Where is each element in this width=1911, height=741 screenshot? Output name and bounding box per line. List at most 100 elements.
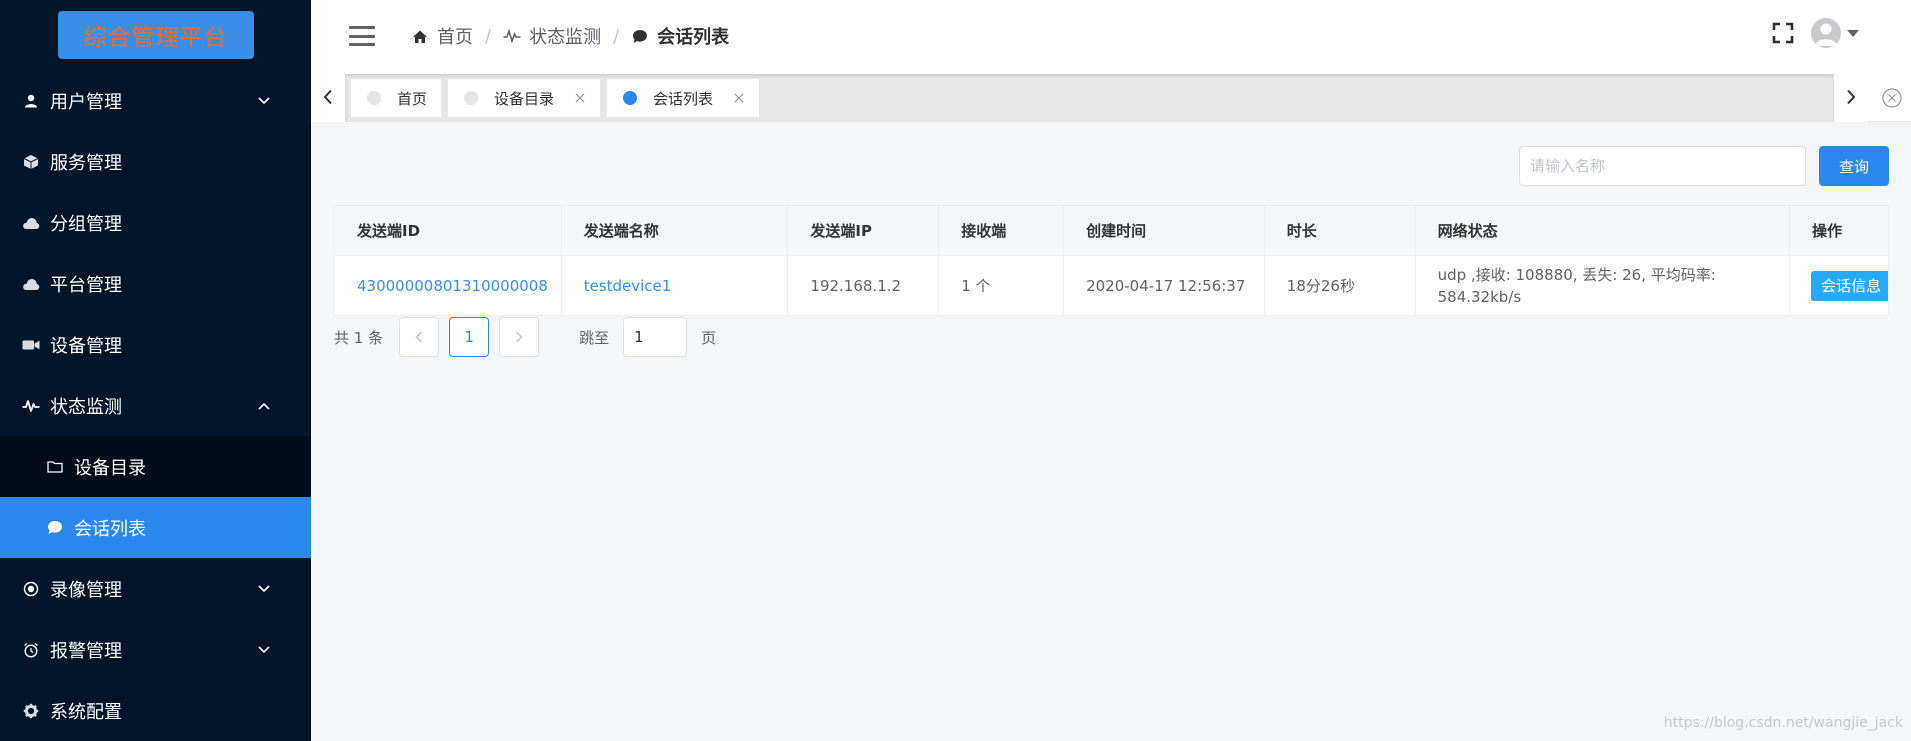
close-all-tabs-icon[interactable]	[1881, 87, 1903, 109]
sidebar-item-recording-management[interactable]: 录像管理	[0, 558, 311, 619]
status-monitoring-submenu: 设备目录 会话列表	[0, 436, 311, 558]
pulse-icon	[503, 27, 521, 45]
column-header[interactable]: 发送端IP	[788, 206, 940, 255]
action-cell: 会话信息	[1790, 256, 1888, 315]
pulse-icon	[22, 397, 40, 415]
sender-ip: 192.168.1.2	[788, 256, 940, 315]
network-status: udp ,接收: 108880, 丢失: 26, 平均码率: 584.32kb/…	[1416, 256, 1791, 315]
sidebar-item-group-management[interactable]: 分组管理	[0, 192, 311, 253]
chevron-left-icon	[323, 89, 332, 105]
box-icon	[22, 153, 40, 171]
record-icon	[22, 580, 40, 598]
top-header: 首页 / 状态监测 / 会话列表	[311, 0, 1911, 72]
tab-home[interactable]: 首页	[351, 79, 442, 117]
sidebar-item-label: 服务管理	[50, 152, 122, 174]
column-header[interactable]: 接收端	[939, 206, 1065, 255]
created-time: 2020-04-17 12:56:37	[1064, 256, 1265, 315]
tab-session-list[interactable]: 会话列表	[607, 79, 760, 117]
hamburger-menu-icon[interactable]	[349, 26, 375, 46]
session-info-button[interactable]: 会话信息	[1811, 270, 1888, 301]
sidebar-item-platform-management[interactable]: 平台管理	[0, 253, 311, 314]
chat-bubble-icon	[46, 519, 64, 537]
watermark: https://blog.csdn.net/wangjie_jack	[1663, 715, 1903, 731]
close-icon[interactable]	[574, 92, 586, 104]
breadcrumb-status-monitoring[interactable]: 状态监测	[503, 23, 601, 49]
sidebar-item-label: 报警管理	[50, 640, 122, 662]
tab-dot-icon	[367, 91, 381, 105]
search-input[interactable]	[1519, 146, 1806, 186]
sidebar-item-user-management[interactable]: 用户管理	[0, 70, 311, 131]
home-icon	[411, 27, 429, 45]
gear-icon	[22, 702, 40, 720]
next-page-button[interactable]	[499, 317, 540, 357]
column-header[interactable]: 发送端名称	[562, 206, 789, 255]
sidebar-item-status-monitoring[interactable]: 状态监测	[0, 375, 311, 436]
logo-area: 综合管理平台	[0, 0, 311, 70]
sidebar-item-service-management[interactable]: 服务管理	[0, 131, 311, 192]
prev-page-button[interactable]	[399, 317, 440, 357]
video-camera-icon	[22, 336, 40, 354]
tab-dot-icon	[623, 91, 638, 105]
jump-label: 跳至	[579, 328, 610, 347]
sidebar-item-label: 系统配置	[50, 701, 122, 723]
sidebar-item-device-management[interactable]: 设备管理	[0, 314, 311, 375]
breadcrumb-separator: /	[613, 25, 620, 47]
alarm-clock-icon	[22, 641, 40, 659]
table-header: 发送端ID 发送端名称 发送端IP 接收端 创建时间 时长 网络状态 操作	[335, 206, 1888, 256]
chevron-down-icon	[257, 582, 271, 596]
chevron-up-icon	[257, 399, 271, 413]
page-suffix: 页	[701, 328, 717, 347]
duration: 18分26秒	[1265, 256, 1416, 315]
sidebar-item-label: 用户管理	[50, 91, 122, 113]
column-header[interactable]: 时长	[1265, 206, 1416, 255]
tab-bar: 首页 设备目录 会话列表	[311, 72, 1911, 122]
sender-id-link[interactable]: 43000000801310000008	[335, 256, 562, 315]
table-row: 43000000801310000008 testdevice1 192.168…	[335, 256, 1888, 315]
avatar[interactable]	[1811, 18, 1841, 48]
close-icon[interactable]	[733, 92, 745, 104]
header-actions	[1771, 18, 1859, 48]
chevron-right-icon	[1847, 89, 1856, 105]
fullscreen-icon[interactable]	[1771, 21, 1795, 45]
user-icon	[22, 92, 40, 110]
caret-down-icon[interactable]	[1847, 29, 1859, 37]
session-table: 发送端ID 发送端名称 发送端IP 接收端 创建时间 时长 网络状态 操作 43…	[334, 205, 1889, 316]
chevron-left-icon	[415, 331, 423, 343]
tab-scroll-right-button[interactable]	[1834, 72, 1868, 122]
sidebar-item-label: 状态监测	[50, 396, 122, 418]
breadcrumb-session-list: 会话列表	[631, 23, 729, 49]
column-header[interactable]: 创建时间	[1064, 206, 1265, 255]
jump-page-input[interactable]	[623, 317, 688, 357]
folder-icon	[46, 458, 64, 476]
cloud-icon	[22, 214, 40, 232]
tabs-strip: 首页 设备目录 会话列表	[345, 74, 1834, 122]
sidebar-item-label: 会话列表	[74, 518, 146, 540]
breadcrumb: 首页 / 状态监测 / 会话列表	[411, 23, 729, 49]
sidebar-item-system-config[interactable]: 系统配置	[0, 680, 311, 741]
breadcrumb-home[interactable]: 首页	[411, 23, 473, 49]
cloud-icon	[22, 275, 40, 293]
page-number-button[interactable]: 1	[449, 317, 490, 357]
sender-name-link[interactable]: testdevice1	[562, 256, 789, 315]
tab-device-directory[interactable]: 设备目录	[448, 79, 601, 117]
chevron-down-icon	[257, 94, 271, 108]
app-logo[interactable]: 综合管理平台	[57, 11, 254, 59]
column-header[interactable]: 网络状态	[1416, 206, 1791, 255]
tab-dot-icon	[464, 91, 479, 105]
chat-bubble-icon	[631, 27, 649, 45]
query-button[interactable]: 查询	[1819, 146, 1889, 186]
column-header: 操作	[1812, 222, 1843, 240]
chevron-right-icon	[516, 331, 523, 343]
total-count: 共 1 条	[334, 328, 384, 347]
breadcrumb-separator: /	[485, 25, 492, 47]
sidebar-item-session-list[interactable]: 会话列表	[0, 497, 311, 558]
sidebar-item-label: 分组管理	[50, 213, 122, 235]
sidebar-item-alarm-management[interactable]: 报警管理	[0, 619, 311, 680]
sidebar: 综合管理平台 用户管理 服务管理 分组管理 平台管理 设备管理 状态监测 设备目…	[0, 0, 311, 741]
sidebar-item-device-directory[interactable]: 设备目录	[0, 436, 311, 497]
sidebar-item-label: 设备目录	[74, 457, 146, 479]
sidebar-item-label: 平台管理	[50, 274, 122, 296]
tab-scroll-left-button[interactable]	[311, 72, 345, 122]
column-header[interactable]: 发送端ID	[335, 206, 562, 255]
sidebar-item-label: 录像管理	[50, 579, 122, 601]
